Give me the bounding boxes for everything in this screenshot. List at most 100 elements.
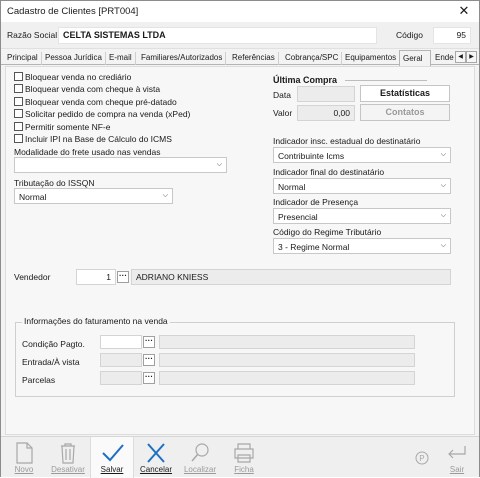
close-icon[interactable]: ✕ [456,3,472,19]
title-bar: Cadastro de Clientes [PRT004] ✕ [1,1,479,22]
regime-select[interactable]: 3 - Regime Normal ⌵ [273,238,451,254]
entrada-desc-field [159,353,415,367]
checkbox-incluir-ipi[interactable]: Incluir IPI na Base de Cálculo do ICMS [14,134,172,144]
checkbox-label: Bloquear venda no crediário [25,72,132,82]
p-badge-icon: P [415,451,429,465]
desativar-label: Desativar [51,465,85,474]
tab-scroll-left-icon[interactable]: ◀ [455,51,466,63]
sair-button[interactable]: Sair [435,437,479,478]
vendedor-label: Vendedor [14,272,51,282]
tab-scroll-right-icon[interactable]: ▶ [466,51,477,63]
indicador-presenca-select[interactable]: Presencial ⌵ [273,208,451,224]
razao-social-label: Razão Social [7,30,58,40]
indicador-ie-value: Contribuinte Icms [278,151,345,161]
issqn-select[interactable]: Normal ⌵ [14,188,173,204]
codigo-field[interactable]: 95 [433,27,471,44]
checkbox-box[interactable] [14,84,23,93]
vendedor-code-field[interactable]: 1 [76,269,116,285]
tab-content-geral: Bloquear venda no crediário Bloquear ven… [5,66,475,435]
tab-principal[interactable]: Principal [4,52,42,65]
condicao-label: Condição Pagto. [22,339,85,349]
salvar-button[interactable]: Salvar [90,437,134,478]
printer-icon [234,443,254,463]
regime-value: 3 - Regime Normal [278,242,350,252]
vendedor-name-field: ADRIANO KNIESS [131,269,451,285]
regime-label: Código do Regime Tributário [273,227,382,237]
header-bar: Razão Social CELTA SISTEMAS LTDA Código … [1,22,479,49]
indicador-ie-select[interactable]: Contribuinte Icms ⌵ [273,147,451,163]
checkbox-box[interactable] [14,109,23,118]
razao-social-field[interactable]: CELTA SISTEMAS LTDA [58,27,377,44]
issqn-label: Tributação do ISSQN [14,178,95,188]
trash-icon [61,443,75,464]
entrada-lookup-button[interactable]: ··· [143,354,155,366]
checkbox-label: Permitir somente NF-e [25,122,111,132]
entrada-code-field [100,353,142,367]
issqn-value: Normal [19,192,47,202]
bottom-toolbar: Novo Desativar Salvar Cancelar Localizar… [1,436,479,478]
condicao-code-field[interactable] [100,335,142,349]
chevron-down-icon: ⌵ [216,161,222,168]
desativar-button[interactable]: Desativar [46,437,90,478]
parcelas-desc-field [159,371,415,385]
condicao-lookup-button[interactable]: ··· [143,336,155,348]
tab-familiares[interactable]: Familiares/Autorizados [138,52,227,65]
entrada-label: Entrada/À vista [22,357,80,367]
window-title: Cadastro de Clientes [PRT004] [7,6,139,17]
tab-equipamentos[interactable]: Equipamentos [342,52,401,65]
frete-select[interactable]: ⌵ [14,157,227,173]
parcelas-lookup-button[interactable]: ··· [143,372,155,384]
faturamento-group: Informações do faturamento na venda Cond… [15,316,455,397]
checkbox-label: Solicitar pedido de compra na venda (xPe… [25,109,191,119]
condicao-desc-field [159,335,415,349]
checkbox-label: Incluir IPI na Base de Cálculo do ICMS [25,134,172,144]
chevron-down-icon: ⌵ [162,192,168,199]
indicador-final-value: Normal [278,182,306,192]
svg-text:P: P [419,454,424,463]
tab-referencias[interactable]: Referências [229,52,279,65]
parcelas-label: Parcelas [22,375,56,385]
checkbox-box[interactable] [14,122,23,131]
ficha-label: Ficha [234,465,254,474]
valor-label: Valor [273,108,293,118]
ultima-compra-divider [345,80,427,81]
checkbox-bloquear-cheque-vista[interactable]: Bloquear venda com cheque à vista [14,84,160,94]
vendedor-lookup-button[interactable]: ··· [117,271,129,283]
checkbox-box[interactable] [14,134,23,143]
checkbox-somente-nfe[interactable]: Permitir somente NF-e [14,122,111,132]
tab-email[interactable]: E-mail [106,52,136,65]
contatos-button[interactable]: Contatos [360,104,450,121]
checkbox-bloquear-cheque-pre[interactable]: Bloquear venda com cheque pré-datado [14,97,177,107]
indicador-presenca-value: Presencial [278,212,318,222]
indicador-presenca-label: Indicador de Presença [273,197,359,207]
cancel-x-icon [147,443,165,463]
checkbox-label: Bloquear venda com cheque à vista [25,84,161,94]
parcelas-code-field [100,371,142,385]
indicador-ie-label: Indicador insc. estadual do destinatário [273,136,421,146]
checkbox-box[interactable] [14,97,23,106]
cancelar-label: Cancelar [139,465,172,474]
tab-pessoa-juridica[interactable]: Pessoa Jurídica [42,52,106,65]
checkbox-solicitar-pedido[interactable]: Solicitar pedido de compra na venda (xPe… [14,109,190,119]
checkbox-bloquear-crediario[interactable]: Bloquear venda no crediário [14,72,131,82]
indicador-final-select[interactable]: Normal ⌵ [273,178,451,194]
tab-geral[interactable]: Geral [399,50,431,66]
localizar-button[interactable]: Localizar [178,437,222,478]
checkbox-box[interactable] [14,72,23,81]
cancelar-button[interactable]: Cancelar [134,437,178,478]
exit-arrow-icon [448,446,466,459]
frete-label: Modalidade do frete usado nas vendas [14,147,161,157]
search-icon [191,443,209,462]
valor-field: 0,00 [297,105,355,121]
tab-cobranca-spc[interactable]: Cobrança/SPC [282,52,343,65]
data-label: Data [273,90,291,100]
novo-button[interactable]: Novo [2,437,46,478]
novo-label: Novo [14,465,34,474]
ficha-button[interactable]: Ficha [222,437,266,478]
chevron-down-icon: ⌵ [440,212,446,219]
faturamento-title: Informações do faturamento na venda [22,316,170,326]
estatisticas-button[interactable]: Estatísticas [360,85,450,102]
tab-endereco[interactable]: Ende [432,52,457,65]
chevron-down-icon: ⌵ [440,242,446,249]
tab-scroll: ◀ ▶ [455,51,477,63]
